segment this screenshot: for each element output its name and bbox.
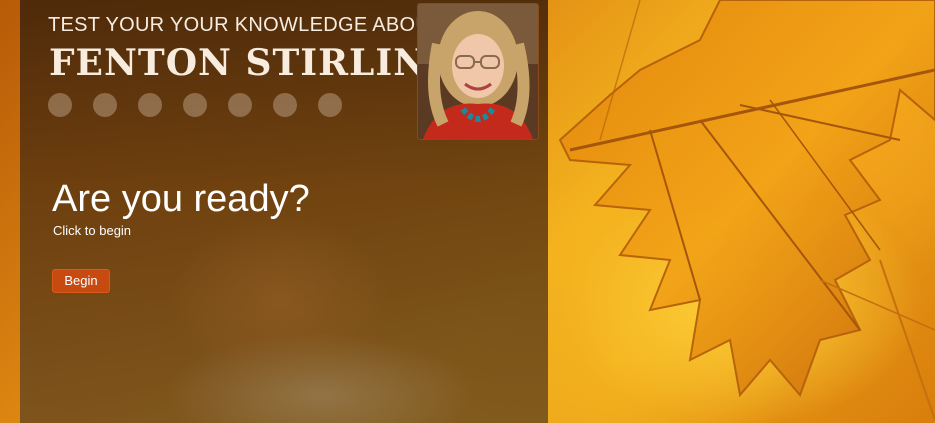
progress-dot bbox=[138, 93, 162, 117]
quiz-subtitle: TEST YOUR YOUR KNOWLEDGE ABOUT bbox=[48, 14, 443, 36]
ready-heading: Are you ready? bbox=[52, 178, 310, 220]
begin-button[interactable]: Begin bbox=[52, 269, 110, 293]
profile-photo bbox=[417, 3, 539, 140]
begin-hint: Click to begin bbox=[53, 223, 132, 238]
progress-dot bbox=[273, 93, 297, 117]
quiz-title: FENTON STIRLING bbox=[49, 42, 459, 84]
progress-dot bbox=[93, 93, 117, 117]
progress-dot bbox=[48, 93, 72, 117]
progress-dot bbox=[228, 93, 252, 117]
portrait-image bbox=[418, 4, 538, 139]
progress-dot bbox=[183, 93, 207, 117]
quiz-screen: TEST YOUR YOUR KNOWLEDGE ABOUT FENTON ST… bbox=[0, 0, 935, 423]
progress-dots bbox=[48, 93, 342, 117]
progress-dot bbox=[318, 93, 342, 117]
